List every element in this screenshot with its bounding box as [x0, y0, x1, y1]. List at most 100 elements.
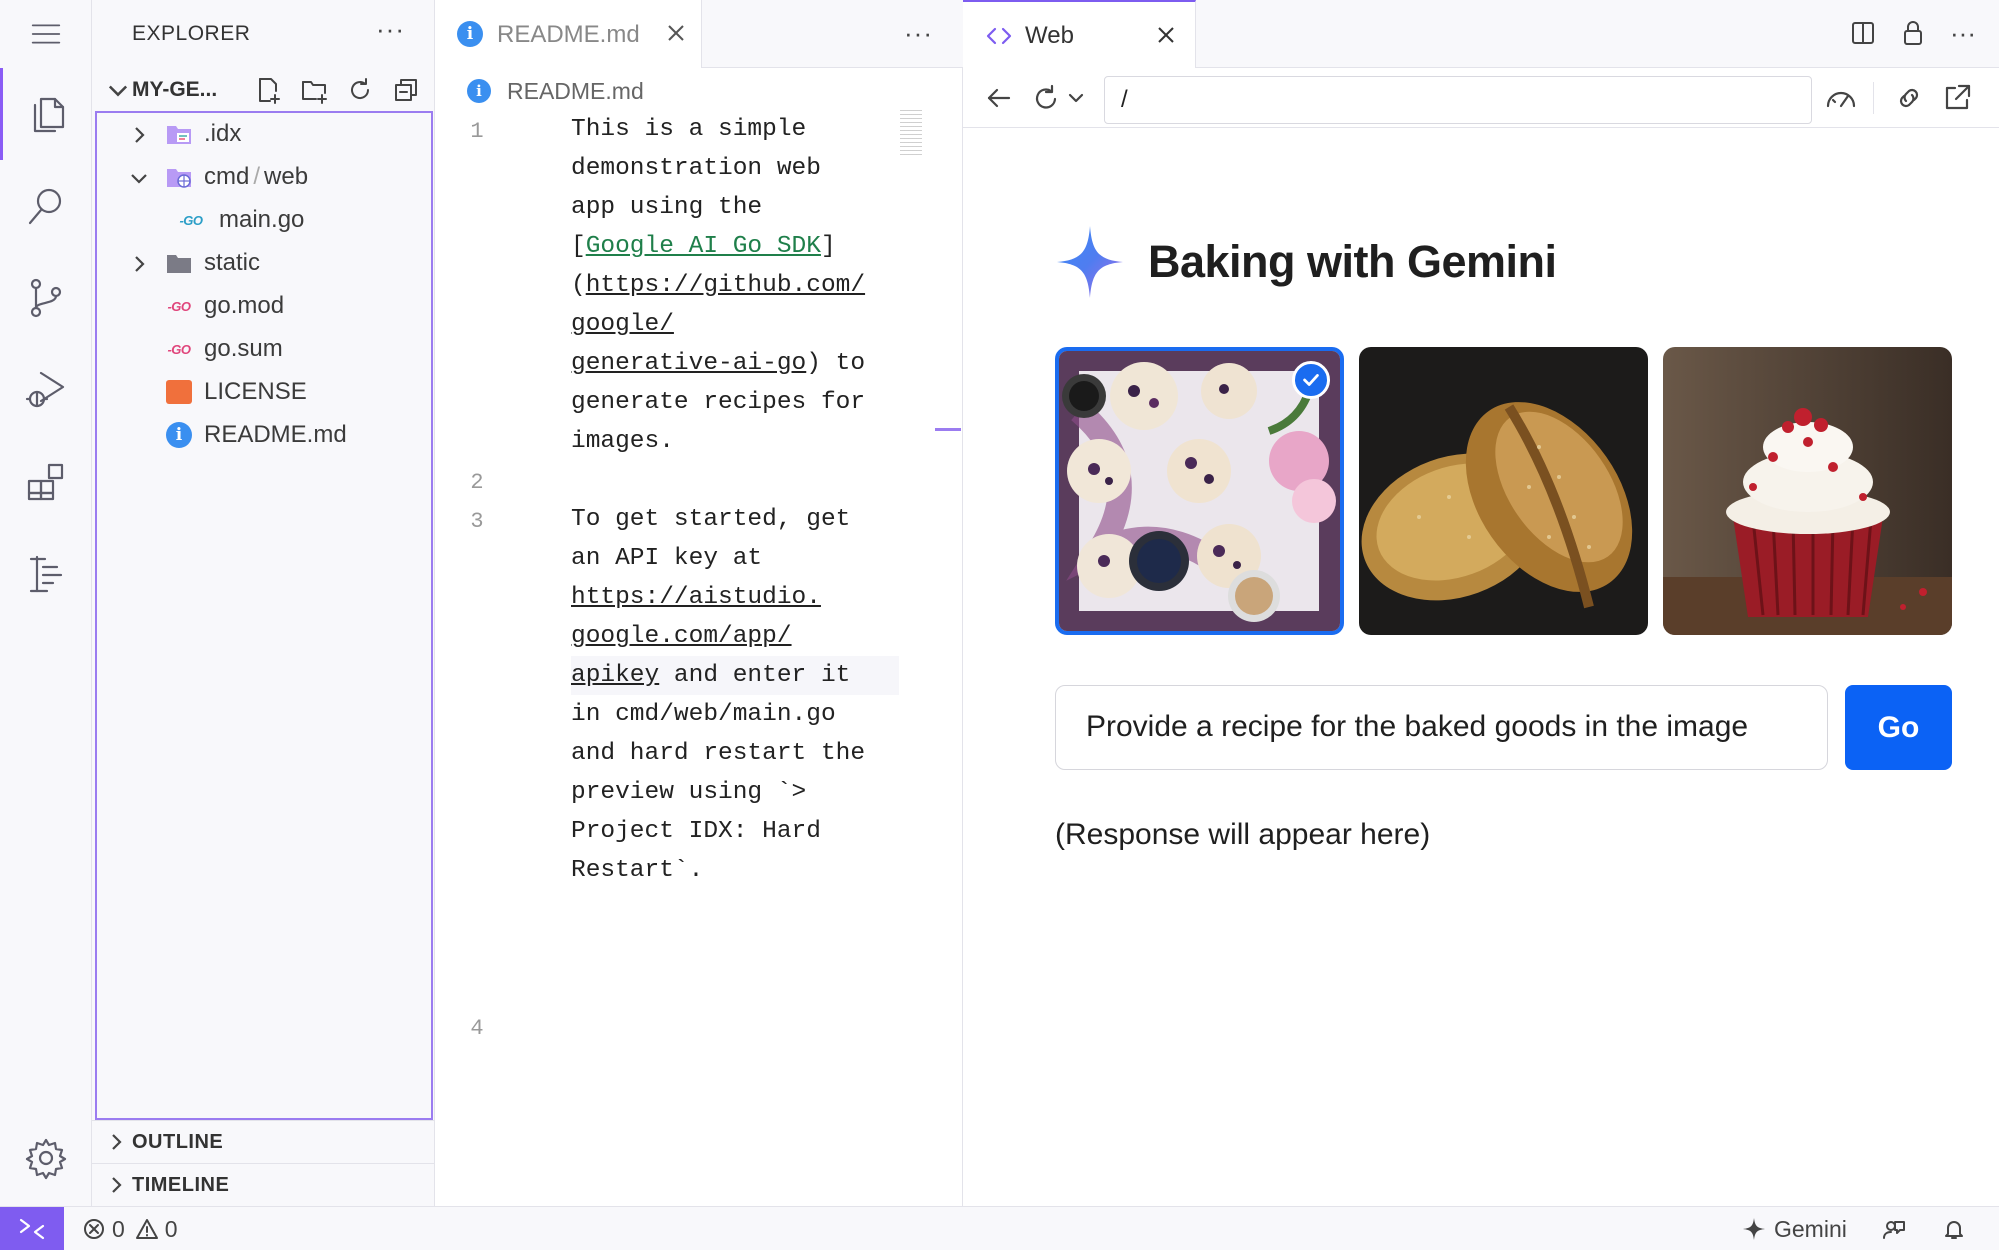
tree-item-go-sum[interactable]: -GO go.sum [97, 328, 431, 371]
editor-more-icon[interactable]: ··· [904, 18, 933, 49]
problems-indicator[interactable]: 0 0 [82, 1215, 178, 1243]
bread-image [1359, 347, 1648, 635]
github-link[interactable]: https://github.com/ [586, 272, 865, 299]
minimap[interactable] [900, 110, 922, 156]
code-line: To get started, get [571, 506, 851, 533]
chevron-down-icon [131, 174, 147, 184]
explorer-more-icon[interactable]: ··· [376, 14, 405, 45]
code-line: generate recipes for [571, 389, 866, 416]
status-bar: 0 0 Gemini [0, 1206, 1999, 1250]
breadcrumb[interactable]: i README.md [467, 74, 644, 108]
line-number: 2 [470, 470, 484, 495]
tree-item-static[interactable]: static [97, 242, 431, 285]
split-editor-icon[interactable] [1847, 16, 1879, 50]
editor-pane: i README.md ··· i README.md 1 2 3 4 This… [435, 0, 963, 1206]
settings-gear-icon[interactable] [0, 1112, 92, 1204]
tree-item-label: LICENSE [204, 378, 307, 405]
file-tree: .idx cmd / web -GO main.go static -GO go.m… [95, 111, 433, 1120]
code-line: (https://github.com/ [571, 272, 866, 299]
new-file-icon[interactable] [250, 74, 286, 106]
outline-list-icon[interactable] [0, 528, 92, 620]
search-icon[interactable] [0, 160, 92, 252]
tree-item-label: .idx [204, 120, 242, 147]
line-number: 1 [470, 119, 484, 144]
url-input[interactable]: / [1104, 76, 1812, 124]
chevron-right-icon [135, 127, 145, 143]
gemini-sparkle-icon [1743, 1218, 1765, 1240]
close-icon[interactable] [663, 20, 689, 46]
reload-icon[interactable] [1031, 82, 1063, 114]
tree-item-label: go.sum [204, 335, 283, 362]
tab-web[interactable]: Web [963, 0, 1196, 68]
license-icon [165, 378, 193, 406]
image-option-scones[interactable] [1055, 347, 1344, 635]
chevron-down-icon[interactable] [1067, 82, 1085, 114]
extensions-icon[interactable] [0, 436, 92, 528]
line-number: 4 [470, 1016, 484, 1041]
close-icon[interactable] [1153, 22, 1179, 48]
notifications-bell-icon[interactable] [1942, 1215, 1966, 1243]
code-line: google/ [571, 311, 674, 338]
back-arrow-icon[interactable] [983, 82, 1015, 114]
error-icon [84, 1219, 104, 1239]
tree-item-go-mod[interactable]: -GO go.mod [97, 285, 431, 328]
code-line: This is a simple [571, 116, 807, 143]
timeline-section[interactable]: TIMELINE [92, 1163, 435, 1206]
app-title: Baking with Gemini [1148, 236, 1557, 287]
gemini-sparkle-icon [1057, 226, 1123, 298]
code-line-current: apikey and enter it [571, 656, 899, 695]
refresh-icon[interactable] [342, 74, 378, 106]
tree-item-cmd-web[interactable]: cmd / web [97, 156, 431, 199]
tree-item-label: go.mod [204, 292, 285, 319]
sdk-link[interactable]: Google AI Go SDK [586, 233, 821, 260]
folder-icon [165, 249, 193, 277]
tree-item-label: static [204, 249, 261, 276]
code-line: Restart`. [571, 857, 704, 884]
folder-web-icon [165, 163, 193, 191]
tree-item-label: cmd / web [204, 163, 309, 190]
gemini-status[interactable]: Gemini [1742, 1215, 1847, 1243]
chevron-down-icon [108, 85, 128, 97]
source-control-icon[interactable] [0, 252, 92, 344]
image-option-cupcake[interactable] [1663, 347, 1952, 635]
new-folder-icon[interactable] [296, 74, 332, 106]
cupcake-image [1663, 347, 1952, 635]
menu-icon[interactable] [0, 0, 92, 68]
code-line: images. [571, 428, 674, 455]
open-external-icon[interactable] [1941, 82, 1973, 114]
link-icon[interactable] [1893, 82, 1925, 114]
code-line: generative-ai-go) to [571, 350, 866, 377]
tree-item-readme[interactable]: i README.md [97, 414, 431, 457]
performance-gauge-icon[interactable] [1823, 82, 1859, 114]
feedback-icon[interactable] [1882, 1215, 1906, 1243]
more-actions-icon[interactable]: ··· [1947, 16, 1979, 50]
image-option-bread[interactable] [1359, 347, 1648, 635]
web-tabbar: Web ··· [963, 0, 1999, 68]
explorer-title: EXPLORER [132, 22, 251, 45]
run-debug-icon[interactable] [0, 344, 92, 436]
code-line: app using the [571, 194, 763, 221]
project-row[interactable]: MY-GE... [92, 68, 435, 112]
prompt-input[interactable]: Provide a recipe for the baked goods in … [1055, 685, 1828, 770]
tab-readme[interactable]: i README.md [435, 0, 702, 68]
tree-item-main-go[interactable]: -GO main.go [97, 199, 431, 242]
lock-icon[interactable] [1897, 16, 1929, 50]
go-button[interactable]: Go [1845, 685, 1952, 770]
code-brackets-icon [986, 27, 1012, 45]
remote-icon[interactable] [0, 1207, 64, 1250]
timeline-label: TIMELINE [132, 1173, 230, 1196]
code-line: and hard restart the [571, 740, 866, 767]
outline-label: OUTLINE [132, 1130, 224, 1153]
code-line-link: [Google AI Go SDK] [571, 233, 836, 260]
explorer-icon[interactable] [0, 68, 92, 160]
tree-item-idx[interactable]: .idx [97, 113, 431, 156]
code-line: Project IDX: Hard [571, 818, 821, 845]
editor-tabbar: i README.md ··· [435, 0, 963, 68]
activity-bar [0, 0, 92, 1206]
code-line: preview using `> [571, 779, 807, 806]
tree-item-license[interactable]: LICENSE [97, 371, 431, 414]
collapse-all-icon[interactable] [388, 74, 424, 106]
line-number: 3 [470, 509, 484, 534]
warning-icon [135, 1219, 158, 1239]
outline-section[interactable]: OUTLINE [92, 1120, 435, 1163]
